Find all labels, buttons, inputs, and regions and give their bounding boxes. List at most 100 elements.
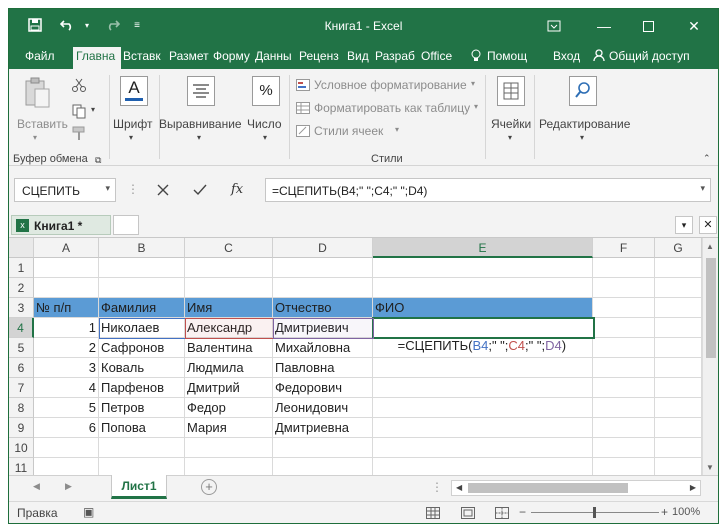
row-header-8[interactable]: 8 [9,398,34,418]
zoom-in-icon[interactable]: + [661,505,668,519]
format-table-button[interactable]: Форматировать как таблицу [314,101,470,115]
cell-G4[interactable] [655,318,702,338]
row-header-6[interactable]: 6 [9,358,34,378]
copy-icon[interactable] [71,103,87,122]
cell-E8[interactable] [373,398,593,418]
cell-B8[interactable]: Петров [99,398,185,418]
cell-B1[interactable] [99,258,185,278]
tell-me-icon[interactable] [471,49,481,65]
cell-G9[interactable] [655,418,702,438]
cell-F10[interactable] [593,438,655,458]
cell-D8[interactable]: Леонидович [273,398,373,418]
cell-A2[interactable] [34,278,99,298]
cell-A4[interactable]: 1 [34,318,99,338]
cell-A1[interactable] [34,258,99,278]
number-dropdown-icon[interactable]: ▾ [263,133,267,142]
col-header-c[interactable]: C [185,238,273,258]
vertical-scrollbar[interactable]: ▲ ▼ [702,238,718,476]
cell-E2[interactable] [373,278,593,298]
conditional-format-dropdown-icon[interactable]: ▾ [471,79,475,88]
cell-B9[interactable]: Попова [99,418,185,438]
sign-in-link[interactable]: Вход [553,49,580,63]
cell-G2[interactable] [655,278,702,298]
vertical-scroll-thumb[interactable] [706,258,716,358]
horizontal-scrollbar[interactable]: ◀ ▶ [451,480,701,496]
cell-G5[interactable] [655,338,702,358]
conditional-format-button[interactable]: Условное форматирование [314,78,467,92]
tab-review[interactable]: Реценз [299,49,343,63]
font-icon[interactable]: A [120,76,148,106]
cell-D10[interactable] [273,438,373,458]
expand-formula-icon[interactable]: ▾ [700,183,705,194]
share-user-icon[interactable] [593,49,605,65]
percent-icon[interactable]: % [252,76,280,106]
normal-view-icon[interactable] [426,507,440,522]
cell-A5[interactable]: 2 [34,338,99,358]
prev-sheet-icon[interactable]: ◀ [33,481,40,492]
cell-B2[interactable] [99,278,185,298]
format-table-icon[interactable] [296,102,310,117]
cells-dropdown-icon[interactable]: ▾ [508,133,512,142]
row-header-5[interactable]: 5 [9,338,34,358]
tab-splitter-icon[interactable]: ⋮ [431,480,443,494]
workbook-tabs-dropdown-icon[interactable]: ▾ [675,216,693,234]
close-workbook-icon[interactable]: ✕ [699,216,717,234]
cell-A3[interactable]: № п/п [34,298,99,318]
page-layout-view-icon[interactable] [461,507,475,522]
cell-E7[interactable] [373,378,593,398]
select-all-corner[interactable] [9,238,34,258]
tab-developer[interactable]: Разраб [375,49,417,63]
col-header-a[interactable]: A [34,238,99,258]
page-break-view-icon[interactable] [495,507,509,522]
row-header-10[interactable]: 10 [9,438,34,458]
conditional-format-icon[interactable] [296,79,310,94]
cell-B6[interactable]: Коваль [99,358,185,378]
alignment-button[interactable]: Выравнивание [159,117,242,131]
cell-F3[interactable] [593,298,655,318]
cell-G8[interactable] [655,398,702,418]
cell-A8[interactable]: 5 [34,398,99,418]
cell-G1[interactable] [655,258,702,278]
close-icon[interactable]: ✕ [677,13,711,39]
macro-record-icon[interactable]: ▣ [83,505,94,519]
minimize-icon[interactable]: — [587,13,621,39]
col-header-e[interactable]: E [373,238,593,258]
cell-E9[interactable] [373,418,593,438]
cell-D7[interactable]: Федорович [273,378,373,398]
active-cell-editor[interactable]: =СЦЕПИТЬ(B4;" ";C4;" ";D4) [372,317,595,353]
row-header-2[interactable]: 2 [9,278,34,298]
paste-button[interactable]: Вставить [17,117,68,131]
format-painter-icon[interactable] [71,125,87,144]
cell-E6[interactable] [373,358,593,378]
cell-C10[interactable] [185,438,273,458]
alignment-dropdown-icon[interactable]: ▾ [197,133,201,142]
cell-F9[interactable] [593,418,655,438]
sheet-tab-list1[interactable]: Лист1 [111,475,167,499]
add-sheet-icon[interactable]: + [201,479,217,495]
cell-C9[interactable]: Мария [185,418,273,438]
clipboard-launcher-icon[interactable]: ⧉ [95,155,101,166]
row-header-3[interactable]: 3 [9,298,34,318]
row-header-1[interactable]: 1 [9,258,34,278]
copy-dropdown-icon[interactable]: ▾ [91,105,95,114]
enter-formula-icon[interactable] [193,184,207,199]
tab-insert[interactable]: Вставк [123,49,167,63]
cell-C7[interactable]: Дмитрий [185,378,273,398]
scroll-left-icon[interactable]: ◀ [456,483,462,492]
ribbon-display-icon[interactable] [537,13,571,39]
font-dropdown-icon[interactable]: ▾ [129,133,133,142]
workbook-tab[interactable]: x Книга1 * [11,215,111,235]
cell-C5[interactable]: Валентина [185,338,273,358]
cell-B10[interactable] [99,438,185,458]
next-sheet-icon[interactable]: ▶ [65,481,72,492]
cell-G3[interactable] [655,298,702,318]
cell-G7[interactable] [655,378,702,398]
tab-data[interactable]: Данны [255,49,297,63]
name-box[interactable]: СЦЕПИТЬ ▾ [14,178,116,202]
cells-icon[interactable] [497,76,525,106]
cell-D2[interactable] [273,278,373,298]
cancel-formula-icon[interactable] [157,184,169,199]
tab-office[interactable]: Office [421,49,461,63]
row-header-4[interactable]: 4 [9,318,34,338]
cell-G6[interactable] [655,358,702,378]
